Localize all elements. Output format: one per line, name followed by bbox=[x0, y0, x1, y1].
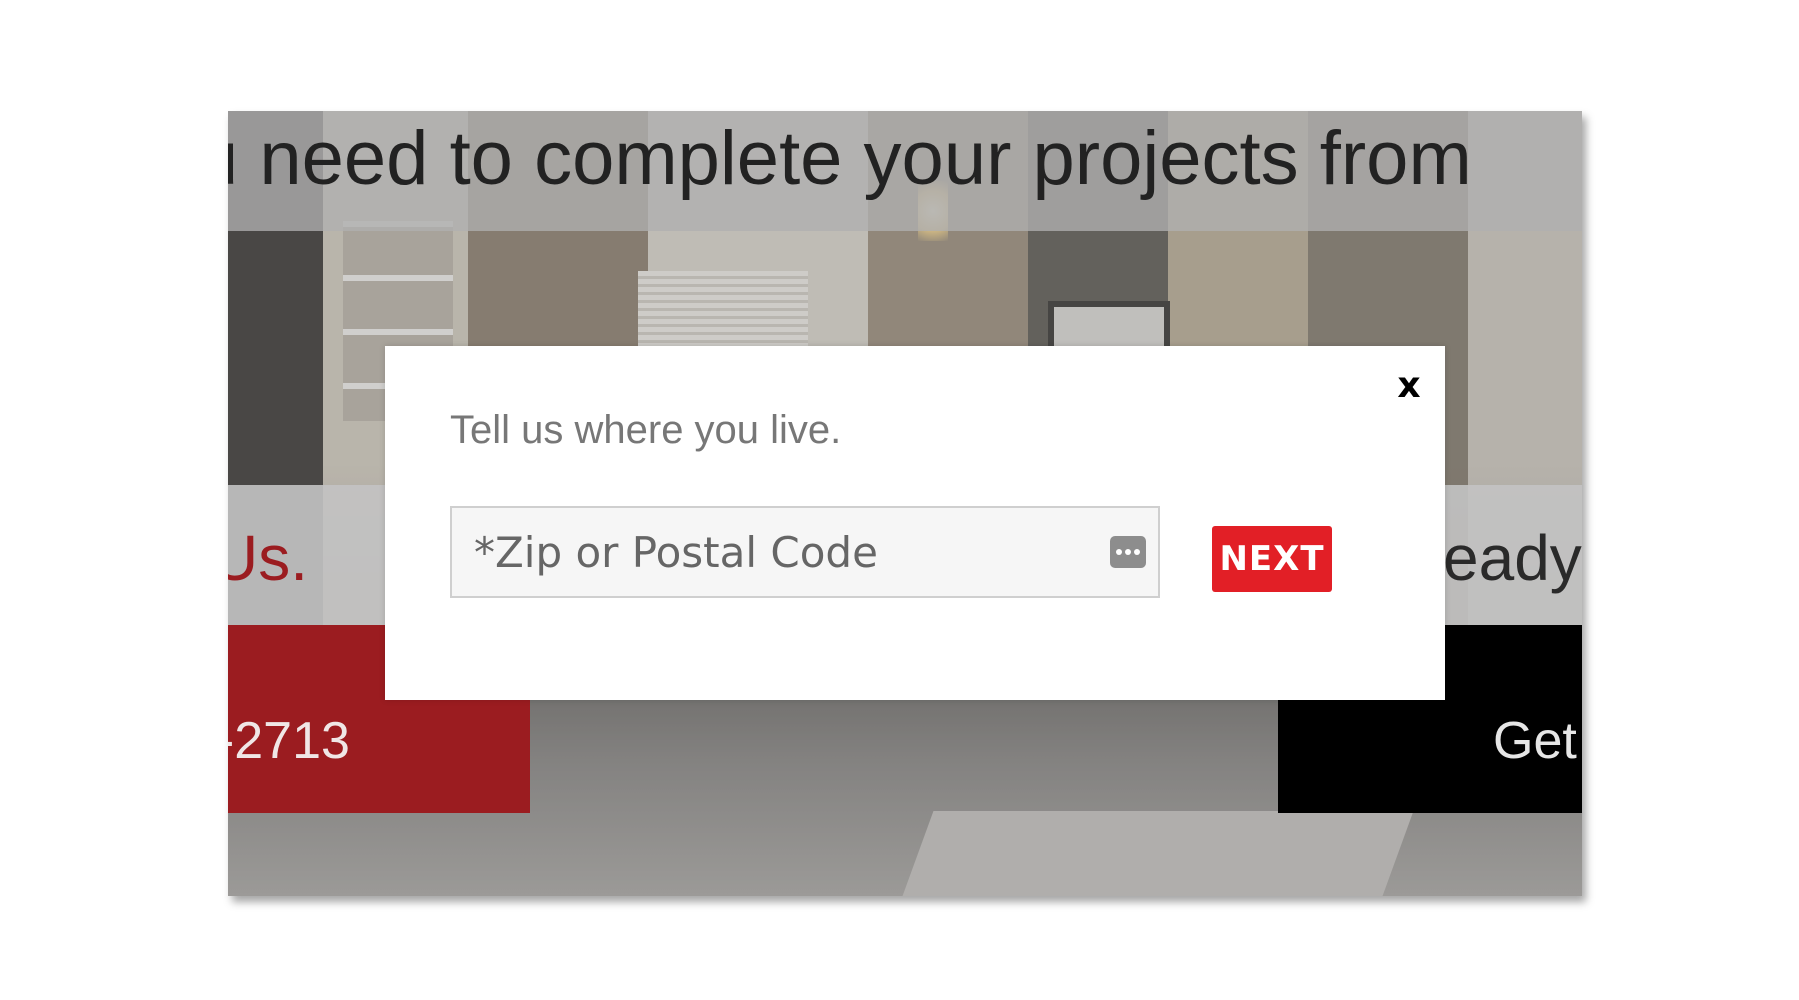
contact-heading: Us. bbox=[228, 522, 308, 594]
location-modal: x Tell us where you live. NEXT bbox=[385, 346, 1445, 700]
ready-heading: eady bbox=[1443, 522, 1582, 594]
next-button[interactable]: NEXT bbox=[1212, 526, 1332, 592]
dot-icon bbox=[1125, 549, 1131, 555]
phone-number: 3-2713 bbox=[228, 712, 350, 770]
screenshot-stage: u need to complete your projects from Us… bbox=[0, 0, 1799, 1000]
get-started-label: Get bbox=[1493, 712, 1577, 770]
zip-input[interactable] bbox=[452, 508, 1158, 596]
dot-icon bbox=[1134, 549, 1140, 555]
close-icon[interactable]: x bbox=[1391, 368, 1427, 404]
password-manager-icon[interactable] bbox=[1110, 536, 1146, 568]
headline-text: u need to complete your projects from bbox=[228, 116, 1472, 201]
dot-icon bbox=[1116, 549, 1122, 555]
modal-prompt: Tell us where you live. bbox=[450, 408, 842, 452]
zip-field bbox=[450, 506, 1160, 598]
